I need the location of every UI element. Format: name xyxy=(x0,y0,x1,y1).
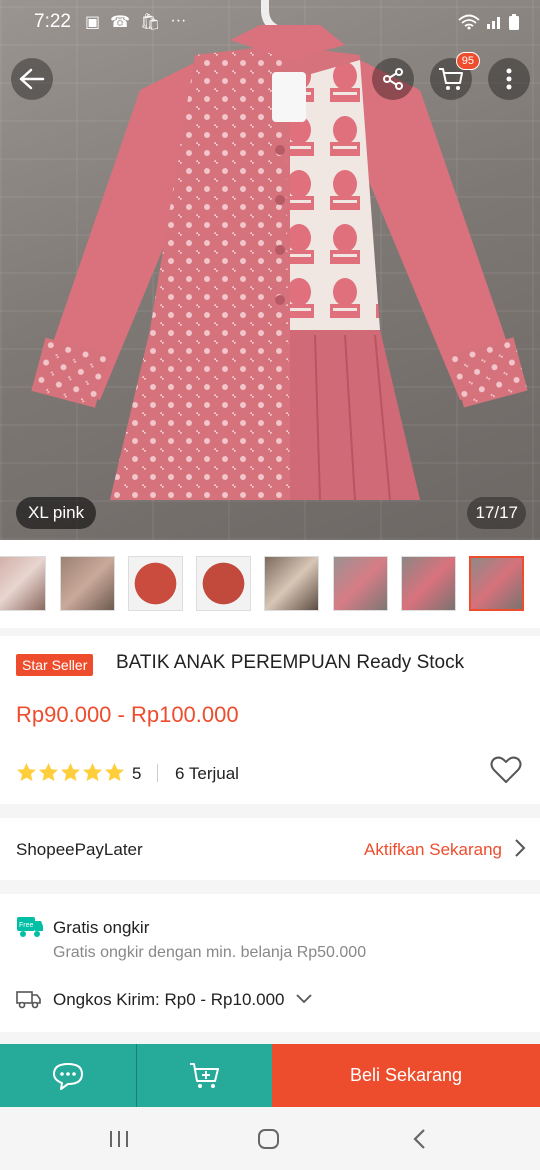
free-shipping-title: Gratis ongkir xyxy=(53,918,150,937)
phone-icon: ☎ xyxy=(110,14,131,31)
chevron-right-icon xyxy=(515,839,526,857)
paylater-row[interactable]: ShopeePayLater Aktifkan Sekarang xyxy=(0,818,540,880)
paylater-activate-link[interactable]: Aktifkan Sekarang xyxy=(364,840,502,860)
divider xyxy=(157,764,158,782)
cart-count-badge: 95 xyxy=(455,52,480,70)
star-icon xyxy=(83,763,102,781)
product-image[interactable]: 7:22 ▣ ☎ 🛍 ··· 95 XL pink 17/17 xyxy=(0,0,540,540)
variant-label: XL pink xyxy=(16,497,97,529)
rating-stars xyxy=(16,762,125,782)
product-title: BATIK ANAK PEREMPUAN Ready Stock xyxy=(116,652,465,673)
image-counter: 17/17 xyxy=(467,497,526,529)
free-shipping-subtitle: Gratis ongkir dengan min. belanja Rp50.0… xyxy=(53,944,367,961)
wifi-icon xyxy=(458,14,480,30)
star-icon xyxy=(17,763,36,781)
truck-icon xyxy=(16,991,41,1009)
shipping-cost-value: Rp0 - Rp10.000 xyxy=(164,990,285,1009)
free-text: Free xyxy=(19,922,34,929)
thumbnail[interactable] xyxy=(264,556,319,611)
heart-icon xyxy=(490,756,522,783)
thumbnail[interactable] xyxy=(0,556,46,611)
status-time: 7:22 xyxy=(34,11,71,32)
share-icon xyxy=(383,68,403,90)
thumbnail-selected[interactable] xyxy=(469,556,524,611)
bottom-action-bar: Beli Sekarang xyxy=(0,1044,540,1107)
sold-count: 6 Terjual xyxy=(175,764,239,783)
chevron-down-icon xyxy=(296,994,312,1004)
cart-icon xyxy=(439,68,463,90)
rating-value[interactable]: 5 xyxy=(132,764,141,784)
chat-icon xyxy=(53,1062,83,1090)
more-options-button[interactable] xyxy=(488,58,530,100)
cart-button[interactable]: 95 xyxy=(430,52,480,100)
shop-icon: 🛍 xyxy=(140,14,161,31)
share-button[interactable] xyxy=(372,58,414,100)
star-icon xyxy=(105,763,124,781)
thumbnail[interactable] xyxy=(196,556,251,611)
battery-icon xyxy=(509,14,519,30)
add-cart-icon xyxy=(189,1062,219,1088)
more-vertical-icon xyxy=(506,68,512,90)
favorite-button[interactable] xyxy=(490,756,522,789)
thumbnail[interactable] xyxy=(60,556,115,611)
back-arrow-icon xyxy=(19,68,45,90)
notification-icons: ▣ ☎ 🛍 ··· xyxy=(85,12,186,32)
product-price: Rp90.000 - Rp100.000 xyxy=(16,702,239,727)
chat-button[interactable] xyxy=(0,1044,136,1107)
signal-icon xyxy=(487,17,500,29)
paylater-label: ShopeePayLater xyxy=(16,840,143,859)
product-info-card: Star Seller BATIK ANAK PEREMPUAN Ready S… xyxy=(0,636,540,804)
thumbnail-strip[interactable] xyxy=(0,540,540,628)
back-nav-icon[interactable] xyxy=(412,1128,428,1150)
shipping-cost-label: Ongkos Kirim: xyxy=(53,990,160,1009)
thumbnail[interactable] xyxy=(401,556,456,611)
shipping-cost-row[interactable]: Ongkos Kirim: Rp0 - Rp10.000 xyxy=(53,990,313,1010)
star-seller-badge: Star Seller xyxy=(16,654,94,676)
gallery-icon: ▣ xyxy=(84,14,101,31)
free-shipping-icon: Free xyxy=(17,917,43,937)
add-to-cart-button[interactable] xyxy=(136,1044,272,1107)
status-bar: 7:22 ▣ ☎ 🛍 ··· xyxy=(0,0,540,44)
buy-now-button[interactable]: Beli Sekarang xyxy=(272,1044,540,1107)
system-icons xyxy=(458,13,520,31)
recent-apps-icon[interactable] xyxy=(108,1129,130,1149)
star-icon xyxy=(61,763,80,781)
shipping-card: Free Gratis ongkir Gratis ongkir dengan … xyxy=(0,894,540,1032)
thumbnail[interactable] xyxy=(333,556,388,611)
home-icon[interactable] xyxy=(257,1127,281,1151)
system-nav-bar xyxy=(0,1107,540,1170)
back-button[interactable] xyxy=(11,58,53,100)
star-icon xyxy=(39,763,58,781)
more-notifications-icon: ··· xyxy=(170,12,187,29)
thumbnail[interactable] xyxy=(128,556,183,611)
